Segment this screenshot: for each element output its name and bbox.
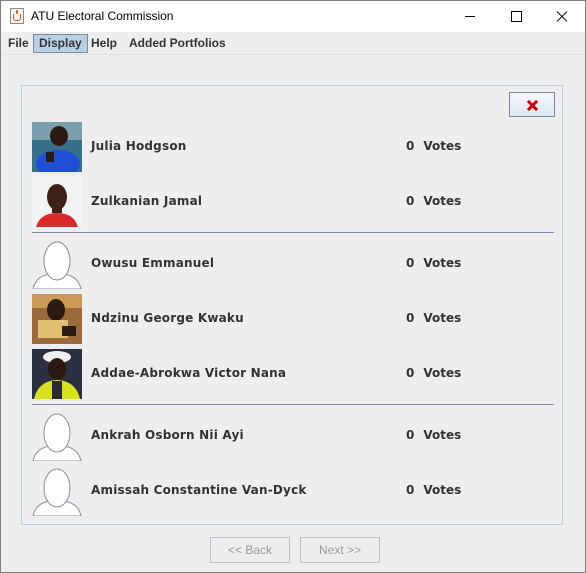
candidate-photo <box>32 239 82 289</box>
candidate-votes: 0 Votes <box>406 194 461 208</box>
candidate-row: Ankrah Osborn Nii Ayi 0 Votes <box>32 411 532 461</box>
vote-count: 0 <box>406 483 415 497</box>
minimize-button[interactable] <box>447 1 493 32</box>
candidate-row: Ndzinu George Kwaku 0 Votes <box>32 294 532 344</box>
votes-label: Votes <box>423 256 462 270</box>
title-bar[interactable]: ATU Electoral Commission <box>1 1 585 32</box>
person-photo-icon <box>32 349 82 399</box>
candidate-photo <box>32 349 82 399</box>
candidates-panel: Julia Hodgson 0 Votes Zulkanian Jamal 0 Vo… <box>21 85 563 525</box>
vote-count: 0 <box>406 311 415 325</box>
candidate-photo <box>32 122 82 172</box>
default-avatar-icon <box>32 413 82 461</box>
candidate-votes: 0 Votes <box>406 139 461 153</box>
vote-count: 0 <box>406 194 415 208</box>
candidate-photo <box>32 294 82 344</box>
close-panel-button[interactable] <box>509 92 555 117</box>
close-icon <box>527 100 538 111</box>
votes-label: Votes <box>423 139 462 153</box>
vote-count: 0 <box>406 366 415 380</box>
menu-help[interactable]: Help <box>86 34 122 53</box>
candidate-votes: 0 Votes <box>406 256 461 270</box>
candidate-votes: 0 Votes <box>406 483 461 497</box>
back-button[interactable]: << Back <box>210 537 290 563</box>
candidate-name: Ndzinu George Kwaku <box>91 311 244 325</box>
menu-display[interactable]: Display <box>33 34 88 53</box>
votes-label: Votes <box>423 311 462 325</box>
vote-count: 0 <box>406 139 415 153</box>
menu-file[interactable]: File <box>3 34 34 53</box>
app-window: ATU Electoral Commission File Display He… <box>0 0 586 573</box>
candidate-name: Amissah Constantine Van-Dyck <box>91 483 307 497</box>
java-cup-icon <box>10 8 24 24</box>
person-photo-icon <box>32 294 82 344</box>
default-avatar-icon <box>32 241 82 289</box>
candidate-name: Julia Hodgson <box>91 139 187 153</box>
vote-count: 0 <box>406 256 415 270</box>
group-separator <box>32 404 554 405</box>
candidate-photo <box>32 177 82 227</box>
person-photo-icon <box>32 177 82 227</box>
candidate-row: Owusu Emmanuel 0 Votes <box>32 239 532 289</box>
close-window-button[interactable] <box>539 1 585 32</box>
candidate-row: Addae-Abrokwa Victor Nana 0 Votes <box>32 349 532 399</box>
candidate-photo <box>32 466 82 516</box>
next-button[interactable]: Next >> <box>300 537 380 563</box>
group-separator <box>32 232 554 233</box>
window-title: ATU Electoral Commission <box>31 9 174 23</box>
person-photo-icon <box>32 122 82 172</box>
maximize-button[interactable] <box>493 1 539 32</box>
candidate-votes: 0 Votes <box>406 366 461 380</box>
candidate-row: Zulkanian Jamal 0 Votes <box>32 177 532 227</box>
candidate-votes: 0 Votes <box>406 311 461 325</box>
candidate-name: Addae-Abrokwa Victor Nana <box>91 366 287 380</box>
candidate-votes: 0 Votes <box>406 428 461 442</box>
votes-label: Votes <box>423 194 462 208</box>
menu-bar: File Display Help Added Portfolios <box>1 32 585 55</box>
menu-added-portfolios[interactable]: Added Portfolios <box>124 34 231 53</box>
candidate-row: Amissah Constantine Van-Dyck 0 Votes <box>32 466 532 516</box>
votes-label: Votes <box>423 366 462 380</box>
candidate-name: Zulkanian Jamal <box>91 194 203 208</box>
vote-count: 0 <box>406 428 415 442</box>
candidate-row: Julia Hodgson 0 Votes <box>32 122 532 172</box>
default-avatar-icon <box>32 468 82 516</box>
candidate-photo <box>32 411 82 461</box>
candidate-name: Owusu Emmanuel <box>91 256 215 270</box>
votes-label: Votes <box>423 483 462 497</box>
candidate-name: Ankrah Osborn Nii Ayi <box>91 428 244 442</box>
votes-label: Votes <box>423 428 462 442</box>
